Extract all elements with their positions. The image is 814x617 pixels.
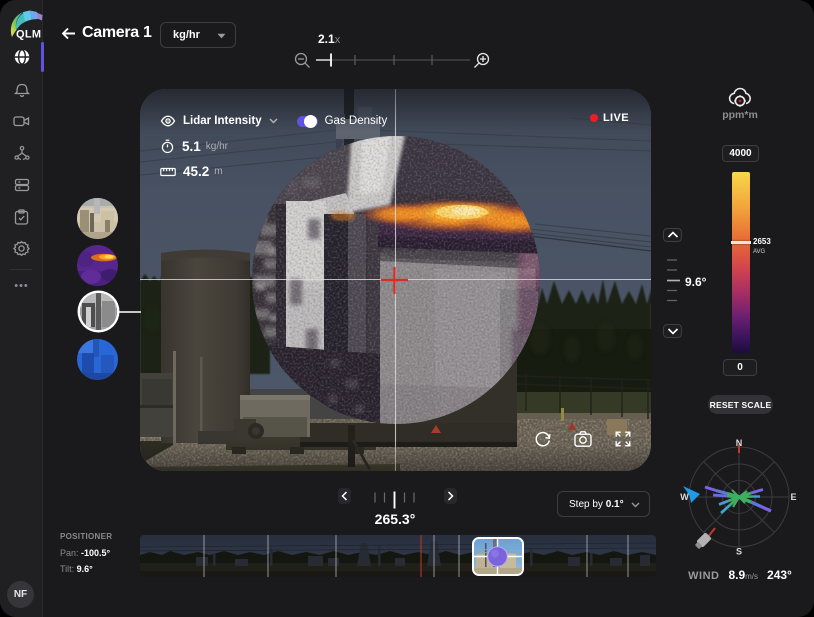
svg-text:E: E: [790, 492, 796, 502]
svg-text:QLM: QLM: [16, 29, 41, 41]
svg-text:W: W: [680, 492, 689, 502]
svg-text:S: S: [736, 547, 742, 557]
svg-text:N: N: [736, 438, 743, 448]
